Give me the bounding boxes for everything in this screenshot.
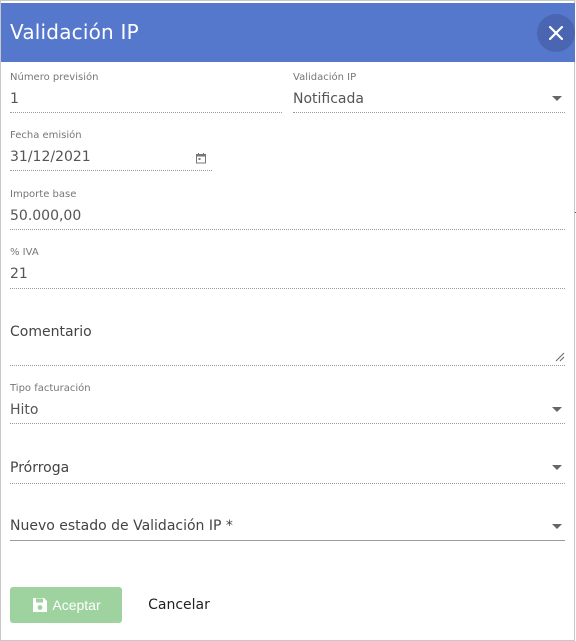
iva-label: % IVA (10, 247, 39, 258)
tipo-facturacion-select[interactable]: Tipo facturación Hito (10, 383, 565, 428)
close-icon (548, 25, 564, 41)
nuevo-estado-underline (10, 540, 565, 541)
iva-value: 21 (10, 266, 28, 282)
chevron-down-icon[interactable] (552, 465, 562, 470)
validacion-ip-underline (293, 112, 565, 113)
accept-label: Aceptar (52, 597, 101, 613)
importe-base-value: 50.000,00 (10, 208, 82, 224)
iva-underline (10, 288, 565, 289)
fecha-emision-value: 31/12/2021 (10, 149, 91, 165)
accept-button[interactable]: Aceptar (10, 587, 122, 623)
tipo-facturacion-value: Hito (10, 402, 39, 418)
importe-base-label: Importe base (10, 189, 77, 200)
iva-field[interactable]: % IVA 21 (10, 247, 565, 292)
numero-prevision-field[interactable]: Número previsión 1 (10, 72, 282, 117)
comentario-textarea[interactable]: Comentario (10, 323, 565, 368)
dialog-title: Validación IP (10, 20, 139, 44)
fecha-emision-underline (10, 170, 212, 171)
cancel-label: Cancelar (148, 597, 210, 613)
tipo-facturacion-label: Tipo facturación (10, 383, 91, 394)
close-button[interactable] (537, 14, 575, 52)
fecha-emision-field[interactable]: Fecha emisión 31/12/2021 (10, 130, 212, 175)
validacion-ip-dialog: Validación IP Número previsión 1 Validac… (0, 0, 575, 641)
tipo-facturacion-underline (10, 423, 565, 424)
importe-base-underline (10, 229, 565, 230)
numero-prevision-label: Número previsión (10, 72, 99, 83)
numero-prevision-value: 1 (10, 91, 19, 107)
prorroga-underline (10, 483, 565, 484)
validacion-ip-select[interactable]: Validación IP Notificada (293, 72, 565, 117)
resize-handle-icon[interactable] (555, 352, 565, 362)
cancel-button[interactable]: Cancelar (143, 587, 215, 623)
dialog-header: Validación IP (1, 3, 575, 62)
numero-prevision-underline (10, 112, 282, 113)
chevron-down-icon[interactable] (552, 407, 562, 412)
chevron-down-icon[interactable] (552, 96, 562, 101)
nuevo-estado-label: Nuevo estado de Validación IP * (10, 518, 233, 534)
save-icon (33, 598, 48, 612)
calendar-icon[interactable] (195, 152, 207, 164)
validacion-ip-value: Notificada (293, 91, 364, 107)
prorroga-label: Prórroga (10, 460, 70, 476)
comentario-underline (10, 365, 565, 366)
comentario-label: Comentario (10, 324, 92, 340)
fecha-emision-label: Fecha emisión (10, 130, 82, 141)
chevron-down-icon[interactable] (552, 524, 562, 529)
nuevo-estado-select[interactable]: Nuevo estado de Validación IP * (10, 517, 565, 547)
prorroga-select[interactable]: Prórroga (10, 459, 565, 489)
validacion-ip-label: Validación IP (293, 72, 357, 83)
importe-base-field[interactable]: Importe base 50.000,00 (10, 189, 565, 234)
